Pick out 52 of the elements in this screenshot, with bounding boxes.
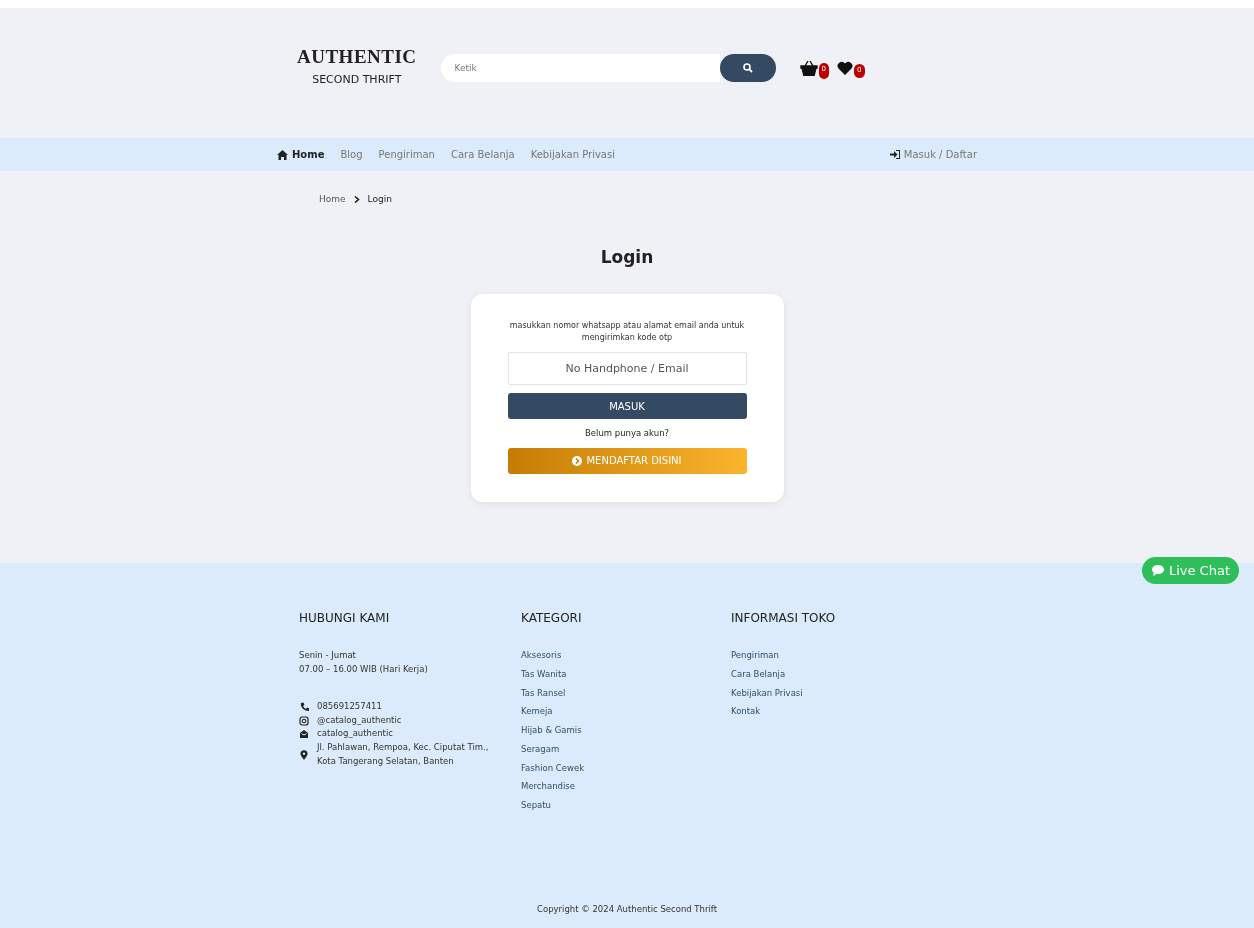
phone-icon <box>299 702 309 712</box>
category-link[interactable]: Hijab & Gamis <box>521 724 731 737</box>
copyright-text: Copyright © 2024 Authentic Second Thrift <box>537 904 717 915</box>
location-pin-icon <box>299 749 309 760</box>
footer-heading: INFORMASI TOKO <box>731 610 836 627</box>
nav-link-item[interactable]: Cara Belanja <box>450 147 515 162</box>
category-link[interactable]: Merchandise <box>521 780 731 793</box>
category-link[interactable]: Tas Ransel <box>521 686 731 700</box>
nav-link-item[interactable]: Kebijakan Privasi <box>530 147 615 162</box>
info-link[interactable]: Cara Belanja <box>731 667 836 681</box>
contact-text: 085691257411 <box>317 700 382 714</box>
breadcrumb-current: Login <box>367 193 392 206</box>
login-instruction: masukkan nomor whatsapp atau alamat email anda untuk mengirimkan kode otp <box>508 320 746 344</box>
contact-text: @catalog_authentic <box>317 713 402 727</box>
search-button[interactable] <box>719 54 776 82</box>
info-link[interactable]: Pengiriman <box>731 649 836 662</box>
breadcrumb-link[interactable]: Home <box>319 193 346 207</box>
chat-bubble-icon <box>1150 564 1165 577</box>
login-title: Login <box>600 245 654 269</box>
category-link[interactable]: Aksesoris <box>521 649 731 662</box>
category-link[interactable]: Seragam <box>521 742 731 756</box>
login-link[interactable]: Masuk / Daftar <box>889 147 977 162</box>
basket-icon[interactable] <box>799 60 818 76</box>
nav-link-item[interactable]: Home <box>277 147 325 162</box>
nav-link-item[interactable]: Blog <box>340 147 363 162</box>
nav-link-item[interactable]: Pengiriman <box>378 147 435 162</box>
logo-title: AUTHENTIC <box>297 47 417 67</box>
home-icon <box>277 149 288 160</box>
search-field[interactable]: Ketik <box>440 54 720 82</box>
footer-heading: KATEGORI <box>521 610 583 627</box>
category-link[interactable]: Sepatu <box>521 799 731 812</box>
category-link[interactable]: Tas Wanita <box>521 667 731 681</box>
heart-icon[interactable] <box>837 61 854 75</box>
hours-text: Senin - Jumat <box>299 649 357 662</box>
hours-text: 07.00 – 16.00 WIB (Hari Kerja) <box>299 662 429 676</box>
contact-text: catalog_authentic <box>317 727 393 741</box>
contact-text: Jl. Pahlawan, Rempoa, Kec. Ciputat Tim., Kota Tangerang Selatan, Banten <box>317 740 490 768</box>
instagram-icon <box>299 715 309 726</box>
category-link[interactable]: Fashion Cewek <box>521 761 731 775</box>
search-icon <box>742 63 753 73</box>
mail-icon <box>299 729 309 740</box>
sign-in-icon <box>889 150 900 159</box>
register-prompt: Belum punya akun? <box>583 427 671 440</box>
phone-email-field[interactable]: No Handphone / Email <box>507 352 747 385</box>
arrow-circle-icon <box>572 455 583 466</box>
login-button[interactable]: MASUK <box>507 393 747 419</box>
info-link[interactable]: Kontak <box>731 705 836 718</box>
info-link[interactable]: Kebijakan Privasi <box>731 686 836 700</box>
chevron-icon <box>353 196 360 204</box>
category-link[interactable]: Kemeja <box>521 705 731 718</box>
logo-subtitle: SECOND THRIFT <box>311 72 403 89</box>
footer-heading: HUBUNGI KAMI <box>299 610 391 627</box>
